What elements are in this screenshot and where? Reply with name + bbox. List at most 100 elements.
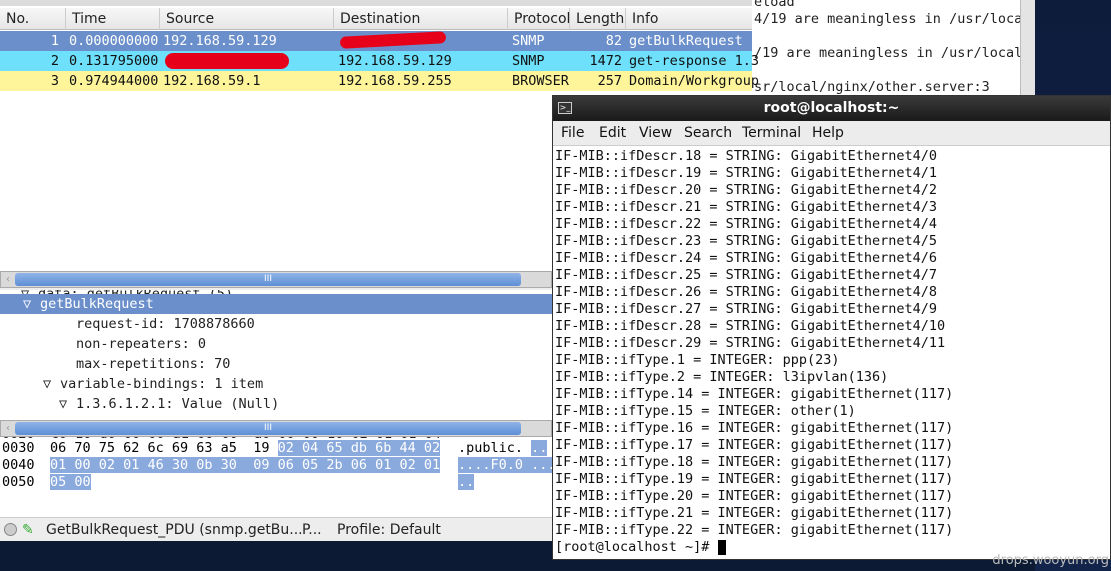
terminal-line: IF-MIB::ifType.22 = INTEGER: gigabitEthe…: [555, 522, 954, 538]
menu-help[interactable]: Help: [812, 121, 844, 146]
terminal-line: IF-MIB::ifDescr.27 = STRING: GigabitEthe…: [555, 301, 938, 317]
tree-item[interactable]: ▽ 1.3.6.1.2.1: Value (Null): [0, 394, 552, 414]
terminal-line: IF-MIB::ifDescr.24 = STRING: GigabitEthe…: [555, 250, 938, 266]
terminal-line: IF-MIB::ifType.15 = INTEGER: other(1): [555, 403, 856, 419]
ascii-selected[interactable]: ..: [531, 440, 548, 456]
column-source[interactable]: Source: [160, 8, 334, 30]
column-destination[interactable]: Destination: [334, 8, 508, 30]
terminal-line: IF-MIB::ifDescr.26 = STRING: GigabitEthe…: [555, 284, 938, 300]
redaction-mark: [339, 31, 447, 49]
packet-length: 82: [605, 33, 622, 49]
column-info[interactable]: Info: [626, 8, 752, 30]
packet-length: 1472: [589, 53, 622, 69]
hex-offset: 0050: [2, 474, 35, 490]
ascii-plain: .public.: [458, 440, 532, 456]
terminal-line: IF-MIB::ifType.2 = INTEGER: l3ipvlan(136…: [555, 369, 889, 385]
terminal-line: IF-MIB::ifType.19 = INTEGER: gigabitEthe…: [555, 471, 954, 487]
hex-bytes: 06 70 75 62 6c 69 63 a5 19 02 04 65 db 6…: [50, 440, 441, 457]
menu-terminal[interactable]: Terminal: [742, 121, 801, 146]
column-protocol[interactable]: Protocol: [508, 8, 570, 30]
status-bar: ✎ GetBulkRequest_PDU (snmp.getBu... P...…: [0, 517, 552, 541]
column-length[interactable]: Length: [570, 8, 626, 30]
packet-source: 192.168.59.1: [163, 73, 261, 89]
ascii-selected[interactable]: ..: [458, 474, 475, 490]
tree-item[interactable]: ▽ getBulkRequest: [0, 294, 552, 314]
hex-bytes-selected[interactable]: 05 00: [50, 474, 91, 490]
packet-bytes-pane: 0020 c0 10 d0 00 00 a1 00 00 a0 00 00 10…: [0, 437, 552, 517]
background-text-line: 4/19 are meaningless in /usr/loca: [754, 11, 1020, 27]
edit-comment-icon[interactable]: ✎: [22, 518, 34, 542]
terminal-line: IF-MIB::ifType.16 = INTEGER: gigabitEthe…: [555, 420, 954, 436]
menu-view[interactable]: View: [639, 121, 672, 146]
packet-protocol: SNMP: [512, 33, 545, 49]
ascii-selected[interactable]: ....F0.0 ...: [458, 457, 552, 473]
packet-protocol: SNMP: [512, 53, 545, 69]
tree-item-label: 1.3.6.1.2.1: Value (Null): [76, 396, 280, 412]
hex-bytes-selected[interactable]: 02 04 65 db 6b 44 02: [277, 440, 441, 456]
terminal-line: IF-MIB::ifDescr.20 = STRING: GigabitEthe…: [555, 182, 938, 198]
tree-item[interactable]: max-repetitions: 70: [0, 354, 552, 374]
hex-bytes-plain: 06 70 75 62 6c 69 63 a5 19: [50, 440, 278, 456]
menu-edit[interactable]: Edit: [599, 121, 626, 146]
packet-row[interactable]: 1 0.000000000 192.168.59.129 SNMP 82 getBulkR…: [0, 31, 752, 51]
terminal-line: IF-MIB::ifDescr.21 = STRING: GigabitEthe…: [555, 199, 938, 215]
packet-info: getBulkRequest: [629, 33, 743, 49]
terminal-prompt: [root@localhost ~]#: [555, 539, 718, 555]
hex-ascii: ....F0.0 ...: [458, 457, 552, 474]
redaction-mark: [165, 53, 289, 69]
hex-ascii: ..: [458, 474, 475, 491]
terminal-line: IF-MIB::ifDescr.19 = STRING: GigabitEthe…: [555, 165, 938, 181]
status-packets: P...: [302, 522, 322, 538]
expert-info-icon[interactable]: [4, 523, 17, 536]
column-time[interactable]: Time: [66, 8, 160, 30]
terminal-icon: >_: [558, 102, 572, 114]
status-profile[interactable]: Profile: Default: [337, 518, 441, 542]
packet-row[interactable]: 3 0.974944000 192.168.59.1 192.168.59.255 BR…: [0, 71, 759, 91]
packet-time: 0.974944000: [69, 73, 159, 89]
terminal-line: IF-MIB::ifDescr.23 = STRING: GigabitEthe…: [555, 233, 938, 249]
packet-list-scrollbar[interactable]: ‹ III: [0, 271, 552, 288]
packet-destination: 192.168.59.129: [338, 53, 452, 69]
packet-info: get-response 1.3: [629, 53, 760, 69]
packet-no: 1: [50, 33, 59, 49]
terminal-line: IF-MIB::ifDescr.28 = STRING: GigabitEthe…: [555, 318, 946, 334]
column-no[interactable]: No.: [0, 8, 66, 30]
tree-item[interactable]: ▽ variable-bindings: 1 item: [0, 374, 552, 394]
tree-item-label: request-id: 1708878660: [76, 316, 255, 332]
packet-details-scrollbar[interactable]: ‹ III: [0, 420, 552, 437]
terminal-line: IF-MIB::ifType.21 = INTEGER: gigabitEthe…: [555, 505, 954, 521]
background-text-line: /19 are meaningless in /usr/local: [754, 45, 1020, 61]
expand-triangle-icon[interactable]: ▽: [23, 294, 31, 314]
terminal-line: IF-MIB::ifType.18 = INTEGER: gigabitEthe…: [555, 454, 954, 470]
packet-no: 3: [50, 73, 59, 89]
packet-time: 0.131795000: [69, 53, 159, 69]
terminal-line: IF-MIB::ifDescr.22 = STRING: GigabitEthe…: [555, 216, 938, 232]
packet-row[interactable]: 2 0.131795000 192.168.59.129 SNMP 1472 get-re…: [0, 51, 759, 71]
terminal-output[interactable]: IF-MIB::ifDescr.18 = STRING: GigabitEthe…: [555, 148, 1110, 556]
terminal-line: IF-MIB::ifType.14 = INTEGER: gigabitEthe…: [555, 386, 954, 402]
terminal-line: IF-MIB::ifDescr.18 = STRING: GigabitEthe…: [555, 148, 938, 164]
background-text-line: [752, 62, 1020, 79]
terminal-line: IF-MIB::ifType.1 = INTEGER: ppp(23): [555, 352, 840, 368]
background-text-window: eload 4/19 are meaningless in /usr/loca/1…: [752, 0, 1020, 96]
cursor: [717, 539, 726, 555]
hex-bytes: 05 00: [50, 474, 91, 491]
menu-search[interactable]: Search: [684, 121, 732, 146]
status-field-info: GetBulkRequest_PDU (snmp.getBu...: [46, 522, 303, 538]
packet-source: 192.168.59.129: [163, 33, 277, 49]
terminal-line: IF-MIB::ifType.17 = INTEGER: gigabitEthe…: [555, 437, 954, 453]
expand-triangle-icon[interactable]: ▽: [59, 394, 67, 414]
terminal-title-bar[interactable]: >_ root@localhost:~: [553, 96, 1110, 121]
packet-protocol: BROWSER: [512, 73, 569, 89]
hex-offset: 0030: [2, 440, 35, 456]
tree-item[interactable]: request-id: 1708878660: [0, 314, 552, 334]
packet-list-header: No. Time Source Destination Protocol Len…: [0, 8, 752, 30]
packet-info: Domain/Workgroup: [629, 73, 760, 89]
hex-bytes-selected[interactable]: 01 00 02 01 46 30 0b 30 09 06 05 2b 06 0…: [50, 457, 441, 473]
expand-triangle-icon[interactable]: ▽: [43, 374, 51, 394]
tree-item[interactable]: non-repeaters: 0: [0, 334, 552, 354]
background-window-scrollbar[interactable]: [1020, 0, 1035, 96]
background-text-line: [752, 28, 1020, 45]
menu-file[interactable]: File: [561, 121, 584, 146]
background-text-line: sr/local/nginx/other.server:3: [754, 79, 990, 95]
